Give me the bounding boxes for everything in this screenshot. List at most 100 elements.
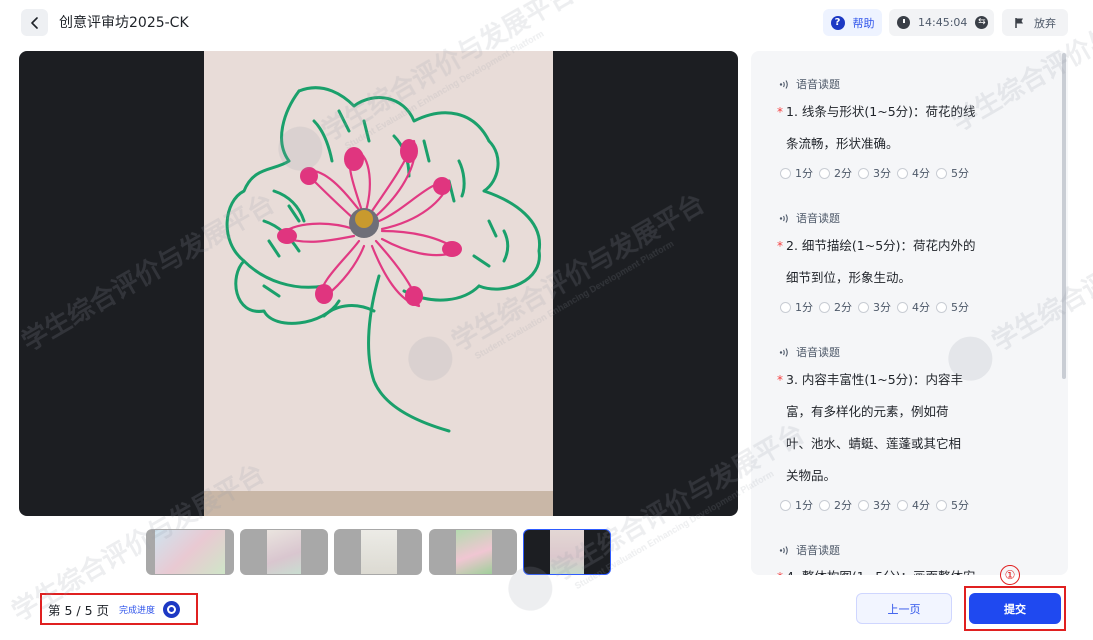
score-option-label: 4分 — [912, 499, 930, 512]
question-line: 条流畅，形状准确。 — [786, 136, 899, 151]
thumbnail-1[interactable] — [146, 529, 234, 575]
radio-circle[interactable] — [819, 167, 830, 179]
score-option[interactable]: 4分 — [897, 299, 930, 315]
radio-circle[interactable] — [819, 499, 830, 511]
question-line: 富，有多样化的元素，例如荷 — [786, 404, 949, 419]
page-title: 创意评审坊2025-CK — [59, 15, 189, 31]
score-option-label: 5分 — [951, 499, 969, 512]
radio-circle[interactable] — [858, 499, 869, 511]
voice-read-button[interactable]: 语音读题 — [779, 344, 840, 360]
radio-circle[interactable] — [936, 499, 947, 511]
radio-circle[interactable] — [819, 301, 830, 313]
score-option[interactable]: 2分 — [819, 497, 852, 513]
chevron-left-icon — [30, 16, 38, 29]
progress-icon[interactable] — [163, 600, 181, 618]
quit-button[interactable]: 放弃 — [1002, 9, 1068, 36]
score-option[interactable]: 4分 — [897, 497, 930, 513]
sound-wave-icon — [779, 79, 788, 89]
artwork-image — [204, 51, 553, 516]
score-option-label: 1分 — [795, 499, 813, 512]
radio-circle[interactable] — [897, 499, 908, 511]
required-star: * — [777, 373, 783, 387]
radio-circle[interactable] — [858, 167, 869, 179]
thumbnail-5-active[interactable] — [523, 529, 611, 575]
submit-button[interactable]: 提交 — [969, 593, 1061, 624]
question-panel: 语音读题 * 1. 线条与形状(1~5分)：荷花的线 条流畅，形状准确。 1分 … — [751, 51, 1068, 575]
score-option-label: 1分 — [795, 167, 813, 180]
prev-page-button[interactable]: 上一页 — [856, 593, 952, 624]
question-circle-icon: ? — [830, 15, 845, 30]
question-text: * 4. 整体构图(1~5分)：画面整体安 — [777, 561, 991, 575]
radio-circle[interactable] — [780, 499, 791, 511]
thumbnail-2[interactable] — [240, 529, 328, 575]
page-number: 第 5 / 5 页 — [48, 602, 110, 618]
score-option[interactable]: 5分 — [936, 165, 969, 181]
score-option[interactable]: 1分 — [780, 165, 813, 181]
radio-circle[interactable] — [936, 167, 947, 179]
swap-icon[interactable]: ⇆ — [975, 16, 989, 29]
thumbnail-3[interactable] — [334, 529, 422, 575]
voice-read-label: 语音读题 — [796, 544, 840, 557]
score-option-label: 3分 — [873, 499, 891, 512]
score-option[interactable]: 3分 — [858, 165, 891, 181]
annotation-marker: ① — [1000, 565, 1020, 585]
score-option-label: 5分 — [951, 167, 969, 180]
score-option[interactable]: 4分 — [897, 165, 930, 181]
radio-circle[interactable] — [897, 301, 908, 313]
score-option-label: 4分 — [912, 167, 930, 180]
score-option[interactable]: 3分 — [858, 299, 891, 315]
score-option[interactable]: 5分 — [936, 497, 969, 513]
question-line: 关物品。 — [786, 468, 837, 483]
sound-wave-icon — [779, 213, 788, 223]
page-indicator: 第 5 / 5 页 完成进度 — [40, 593, 198, 625]
sound-wave-icon — [779, 545, 788, 555]
voice-read-label: 语音读题 — [796, 212, 840, 225]
artwork-viewer — [19, 51, 738, 516]
flag-icon — [1014, 17, 1026, 29]
score-options: 1分 2分 3分 4分 5分 — [780, 165, 969, 181]
voice-read-button[interactable]: 语音读题 — [779, 76, 840, 92]
required-star: * — [777, 105, 783, 119]
timer: 14:45:04 ⇆ — [889, 9, 994, 36]
question-line: 2. 细节描绘(1~5分)：荷花内外的 — [786, 238, 976, 253]
quit-label: 放弃 — [1034, 16, 1056, 30]
score-option-label: 2分 — [834, 167, 852, 180]
question-text: * 2. 细节描绘(1~5分)：荷花内外的 细节到位，形象生动。 — [777, 230, 991, 294]
panel-scrollbar[interactable] — [1062, 53, 1066, 379]
thumbnail-4[interactable] — [429, 529, 517, 575]
question-text: * 3. 内容丰富性(1~5分)：内容丰 富，有多样化的元素，例如荷 叶、池水、… — [777, 364, 991, 492]
voice-read-label: 语音读题 — [796, 346, 840, 359]
question-line: 3. 内容丰富性(1~5分)：内容丰 — [786, 372, 964, 387]
score-option-label: 5分 — [951, 301, 969, 314]
score-option[interactable]: 2分 — [819, 299, 852, 315]
radio-circle[interactable] — [858, 301, 869, 313]
timer-value: 14:45:04 — [918, 16, 968, 29]
help-button[interactable]: ? 帮助 — [823, 9, 882, 36]
radio-circle[interactable] — [936, 301, 947, 313]
score-option[interactable]: 1分 — [780, 299, 813, 315]
clock-icon — [897, 16, 910, 29]
question-line: 叶、池水、蜻蜓、莲蓬或其它相 — [786, 436, 962, 451]
progress-link[interactable]: 完成进度 — [119, 603, 155, 616]
score-option-label: 2分 — [834, 499, 852, 512]
back-button[interactable] — [21, 9, 48, 36]
question-line: 细节到位，形象生动。 — [786, 270, 912, 285]
score-option-label: 4分 — [912, 301, 930, 314]
score-option[interactable]: 2分 — [819, 165, 852, 181]
score-option[interactable]: 1分 — [780, 497, 813, 513]
sound-wave-icon — [779, 347, 788, 357]
score-option[interactable]: 3分 — [858, 497, 891, 513]
voice-read-button[interactable]: 语音读题 — [779, 210, 840, 226]
radio-circle[interactable] — [780, 301, 791, 313]
voice-read-button[interactable]: 语音读题 — [779, 542, 840, 558]
score-option[interactable]: 5分 — [936, 299, 969, 315]
radio-circle[interactable] — [780, 167, 791, 179]
score-option-label: 3分 — [873, 301, 891, 314]
radio-circle[interactable] — [897, 167, 908, 179]
question-line: 4. 整体构图(1~5分)：画面整体安 — [786, 561, 991, 575]
question-text: * 1. 线条与形状(1~5分)：荷花的线 条流畅，形状准确。 — [777, 96, 991, 160]
required-star: * — [777, 561, 783, 575]
score-options: 1分 2分 3分 4分 5分 — [780, 497, 969, 513]
score-option-label: 1分 — [795, 301, 813, 314]
required-star: * — [777, 239, 783, 253]
